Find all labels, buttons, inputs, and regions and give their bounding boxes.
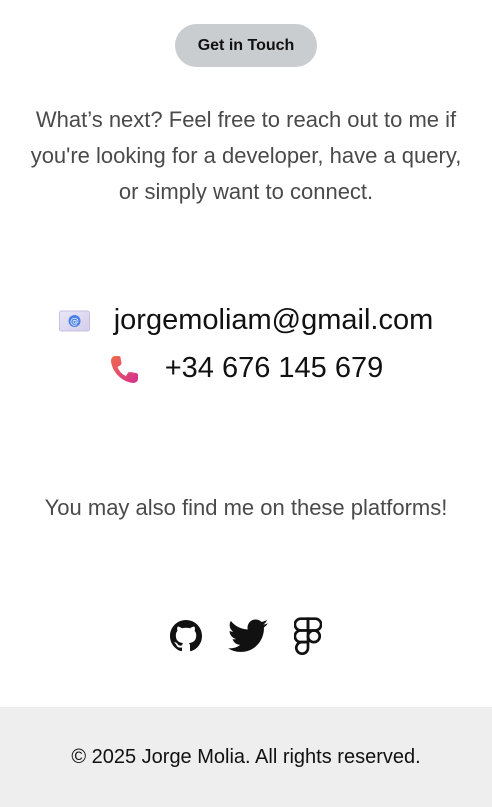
footer: © 2025 Jorge Molia. All rights reserved.	[0, 707, 492, 807]
twitter-icon	[228, 619, 268, 652]
badge-wrapper: Get in Touch	[0, 24, 492, 67]
twitter-link[interactable]	[228, 619, 268, 653]
get-in-touch-badge: Get in Touch	[174, 24, 318, 67]
github-link[interactable]	[170, 620, 202, 652]
email-icon: @	[58, 310, 90, 332]
email-address[interactable]: jorgemoliam@gmail.com	[114, 304, 434, 337]
contact-page: Get in Touch What’s next? Feel free to r…	[0, 0, 492, 807]
phone-icon	[109, 353, 141, 385]
email-row[interactable]: @ jorgemoliam@gmail.com	[0, 304, 492, 337]
github-icon	[170, 620, 202, 652]
social-links	[0, 617, 492, 655]
intro-text: What’s next? Feel free to reach out to m…	[30, 107, 462, 204]
figma-icon	[294, 617, 322, 655]
figma-link[interactable]	[294, 617, 322, 655]
phone-number[interactable]: +34 676 145 679	[165, 352, 384, 385]
platforms-text: You may also find me on these platforms!	[44, 495, 448, 520]
copyright-text: © 2025 Jorge Molia. All rights reserved.	[71, 745, 421, 768]
svg-text:@: @	[70, 317, 79, 327]
phone-row[interactable]: +34 676 145 679	[0, 352, 492, 385]
